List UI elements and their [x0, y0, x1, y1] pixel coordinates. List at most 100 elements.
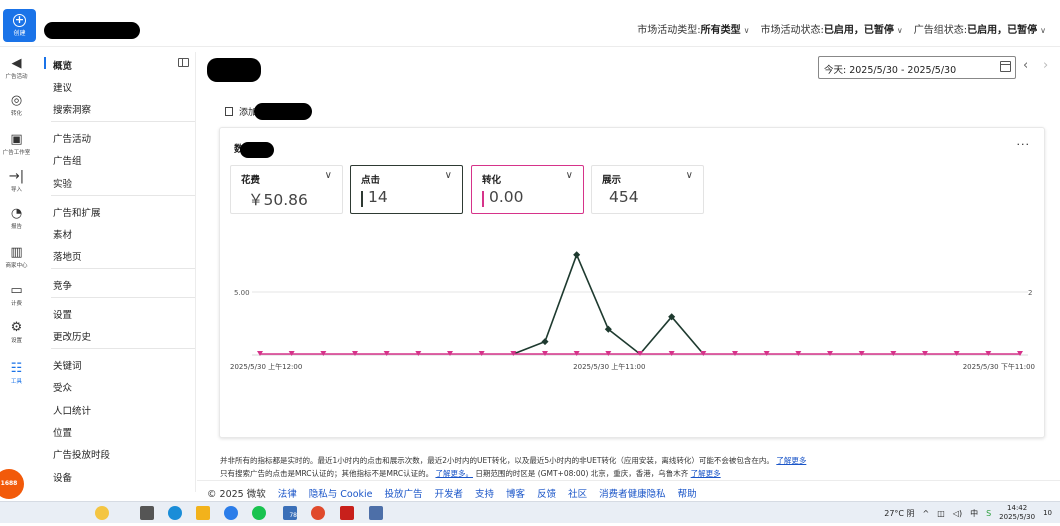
footer-link-help[interactable]: 帮助: [678, 486, 697, 500]
card-title: 数: [234, 141, 274, 158]
rail-ad-studio[interactable]: ▣ 广告工作室: [0, 132, 33, 157]
wechat-icon[interactable]: [252, 506, 266, 520]
aliwangwang-logo[interactable]: 1688: [0, 469, 24, 499]
page-footer: © 2025 微软 法律 隐私与 Cookie 投放广告 开发者 支持 博客 反…: [197, 480, 1060, 501]
search-app-icon[interactable]: [224, 506, 238, 520]
footer-link-legal[interactable]: 法律: [278, 486, 297, 500]
calculator-icon[interactable]: [369, 506, 383, 520]
nav-competition[interactable]: 竞争: [53, 278, 72, 292]
tray-overflow-icon[interactable]: ^: [923, 509, 930, 518]
data-footnote: 并非所有的指标都是实时的。最近1小时内的点击和展示次数，最近2小时内的UET转化…: [220, 456, 807, 478]
chevron-down-icon: ∨: [743, 26, 750, 35]
clicks-line-segment: [607, 328, 641, 355]
sogou-icon[interactable]: S: [986, 509, 991, 518]
metric-impressions-selector[interactable]: 展示 ∨ 454: [591, 165, 704, 214]
account-name-redacted[interactable]: [44, 22, 140, 39]
app-badge-icon[interactable]: 78: [283, 506, 297, 520]
rail-conversions[interactable]: ◎ 转化: [0, 94, 33, 118]
nav-search-insights[interactable]: 搜索洞察: [53, 102, 91, 116]
footer-link-developers[interactable]: 开发者: [435, 486, 464, 500]
ime-indicator[interactable]: 中: [970, 508, 978, 519]
footer-link-community[interactable]: 社区: [568, 486, 587, 500]
rail-tools[interactable]: ☷ 工具: [0, 362, 33, 386]
nav-divider: [51, 348, 195, 349]
main-content: 今天: 2025/5/30 - 2025/5/30 ‹ › 添加 数 ··· 花…: [197, 47, 1060, 501]
image-edit-icon: ▣: [10, 132, 23, 147]
nav-divider: [51, 195, 195, 196]
nav-audiences[interactable]: 受众: [53, 380, 72, 394]
task-view-icon[interactable]: [140, 506, 154, 520]
create-label: 创建: [13, 30, 26, 37]
nav-change-history[interactable]: 更改历史: [53, 329, 91, 343]
network-icon[interactable]: ◫: [937, 509, 945, 518]
footer-link-privacy[interactable]: 隐私与 Cookie: [309, 486, 373, 500]
series-color-marker: [482, 191, 484, 207]
nav-keywords[interactable]: 关键词: [53, 358, 82, 372]
gift-icon: ▥: [10, 245, 23, 260]
chrome-icon[interactable]: [311, 506, 325, 520]
nav-experiments[interactable]: 实验: [53, 176, 72, 190]
nav-landing-pages[interactable]: 落地页: [53, 249, 82, 263]
rail-settings[interactable]: ⚙ 设置: [0, 320, 33, 345]
rail-merchant-center[interactable]: ▥ 商家中心: [0, 245, 33, 270]
x-tick-label: 2025/5/30 上午11:00: [573, 362, 645, 371]
rail-billing[interactable]: ▭ 计费: [0, 284, 33, 308]
footer-link-support[interactable]: 支持: [475, 486, 494, 500]
x-tick-label: 2025/5/30 上午12:00: [230, 362, 302, 371]
clock[interactable]: 14:42 2025/5/30: [999, 504, 1035, 522]
nav-demographics[interactable]: 人口统计: [53, 403, 91, 417]
copyright: © 2025 微软: [207, 489, 266, 500]
learn-more-link[interactable]: 了解更多: [776, 456, 806, 465]
filter-campaign-type[interactable]: 市场活动类型:所有类型 ∨: [637, 21, 749, 36]
y-right-tick-label: 2: [1028, 289, 1032, 297]
nav-campaigns[interactable]: 广告活动: [53, 131, 91, 145]
learn-more-link[interactable]: 了解更多: [691, 469, 721, 478]
redacted-text: [254, 103, 313, 120]
nav-ads-extensions[interactable]: 广告和扩展: [53, 205, 101, 219]
nav-ad-schedule[interactable]: 广告投放时段: [53, 447, 110, 461]
metric-clicks-selector[interactable]: 点击 ∨ 14: [350, 165, 463, 214]
clicks-line-segment: [639, 316, 673, 355]
nav-divider: [51, 297, 195, 298]
x-tick-label: 2025/5/30 下午11:00: [963, 362, 1035, 371]
chevron-down-icon: ∨: [444, 170, 452, 181]
rail-reports[interactable]: ◔ 报告: [0, 207, 33, 231]
filter-campaign-status[interactable]: 市场活动状态:已启用，已暂停 ∨: [761, 21, 903, 36]
learn-more-link[interactable]: 了解更多。: [435, 469, 473, 478]
nav-devices[interactable]: 设备: [53, 470, 72, 484]
create-button[interactable]: + 创建: [3, 9, 36, 42]
rail-campaigns[interactable]: ◀ 广告活动: [0, 57, 33, 81]
notifications-icon[interactable]: 10: [1043, 509, 1052, 517]
wps-icon[interactable]: [340, 506, 354, 520]
rail-import[interactable]: →| 导入: [0, 170, 33, 194]
footer-link-health-privacy[interactable]: 消费者健康隐私: [599, 486, 666, 500]
footer-link-blog[interactable]: 博客: [506, 486, 525, 500]
gear-icon: ⚙: [10, 320, 23, 335]
edge-browser-icon[interactable]: [168, 506, 182, 520]
nav-assets[interactable]: 素材: [53, 227, 72, 241]
volume-icon[interactable]: ◁): [953, 509, 962, 518]
metric-conversions-selector[interactable]: 转化 ∨ 0.00: [471, 165, 584, 214]
windows-taskbar: 78 27°C 阴 ^ ◫ ◁) 中 S 14:42 2025/5/30 10: [0, 501, 1060, 523]
weather[interactable]: 27°C 阴: [884, 508, 914, 519]
date-range-picker[interactable]: 今天: 2025/5/30 - 2025/5/30: [818, 56, 1016, 79]
more-options-icon[interactable]: ···: [1017, 138, 1031, 151]
line-chart: 5.00 2 2025/5/30 上午12:00 2025/5/30 上午11:00 2…: [230, 251, 1035, 371]
next-period-icon[interactable]: ›: [1043, 58, 1048, 73]
nav-settings[interactable]: 设置: [53, 307, 72, 321]
filter-adgroup-status[interactable]: 广告组状态:已启用，已暂停 ∨: [914, 21, 1046, 36]
sidebar-nav: 概览 建议 搜索洞察 广告活动 广告组 实验 广告和扩展 素材 落地页 竞争 设…: [41, 52, 196, 492]
copilot-sparkle-icon[interactable]: [95, 506, 109, 520]
nav-overview[interactable]: 概览: [43, 57, 72, 72]
nav-locations[interactable]: 位置: [53, 425, 72, 439]
footer-link-advertise[interactable]: 投放广告: [385, 486, 423, 500]
add-widget-button[interactable]: 添加: [225, 103, 313, 120]
collapse-sidebar-icon[interactable]: [178, 58, 189, 67]
prev-period-icon[interactable]: ‹: [1023, 58, 1028, 73]
nav-recommendations[interactable]: 建议: [53, 80, 72, 94]
metric-spend-selector[interactable]: 花费 ∨ ￥50.86: [230, 165, 343, 214]
calendar-icon: [1000, 61, 1011, 72]
nav-ad-groups[interactable]: 广告组: [53, 153, 82, 167]
file-explorer-icon[interactable]: [196, 506, 210, 520]
footer-link-feedback[interactable]: 反馈: [537, 486, 556, 500]
